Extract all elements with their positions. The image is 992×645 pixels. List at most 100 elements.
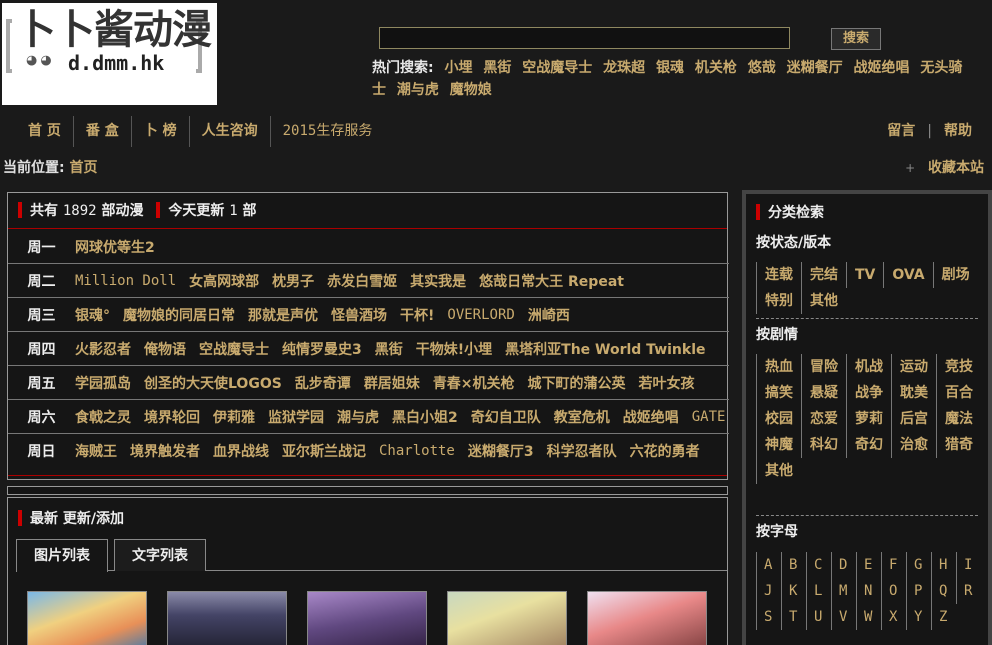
- category-tag[interactable]: 搞笑: [756, 380, 801, 406]
- anime-link[interactable]: 黑塔利亚The World Twinkle: [505, 339, 705, 359]
- anime-link[interactable]: 赤发白雪姬: [327, 271, 397, 291]
- category-tag[interactable]: G: [906, 552, 931, 578]
- anime-link[interactable]: 学园孤岛: [75, 373, 131, 393]
- anime-link[interactable]: 教室危机: [554, 407, 610, 427]
- hot-keyword[interactable]: 潮与虎: [397, 82, 439, 98]
- anime-link[interactable]: 纯情罗曼史3: [282, 339, 362, 359]
- category-tag[interactable]: 校园: [756, 406, 801, 432]
- hot-keyword[interactable]: 机关枪: [695, 60, 737, 76]
- nav-survival-service[interactable]: 2015生存服务: [269, 116, 385, 147]
- category-tag[interactable]: 科幻: [801, 432, 846, 458]
- category-tag[interactable]: H: [931, 552, 956, 578]
- anime-thumbnail[interactable]: [307, 591, 427, 645]
- anime-link[interactable]: 战姬绝唱: [623, 407, 679, 427]
- nav-ranking[interactable]: 卜 榜: [130, 116, 189, 147]
- category-tag[interactable]: 耽美: [891, 380, 936, 406]
- category-tag[interactable]: 奇幻: [846, 432, 891, 458]
- category-tag[interactable]: O: [881, 578, 906, 604]
- anime-link[interactable]: GATE: [692, 409, 726, 425]
- anime-link[interactable]: 其实我是: [410, 271, 466, 291]
- category-tag[interactable]: S: [756, 604, 781, 630]
- category-tag[interactable]: L: [806, 578, 831, 604]
- category-tag[interactable]: A: [756, 552, 781, 578]
- tab-text-list[interactable]: 文字列表: [114, 539, 206, 571]
- bookmark-site[interactable]: + 收藏本站: [905, 158, 984, 178]
- category-tag[interactable]: Z: [931, 604, 956, 630]
- anime-link[interactable]: 女高网球部: [189, 271, 259, 291]
- nav-box[interactable]: 番 盒: [72, 116, 131, 147]
- hot-keyword[interactable]: 战姬绝唱: [853, 60, 909, 76]
- search-input[interactable]: [379, 27, 790, 49]
- hot-keyword[interactable]: 悠哉: [748, 60, 776, 76]
- anime-link[interactable]: 境界触发者: [130, 441, 200, 461]
- anime-link[interactable]: 潮与虎: [337, 407, 379, 427]
- anime-link[interactable]: 银魂°: [75, 305, 110, 325]
- category-tag[interactable]: 连载: [756, 262, 801, 288]
- anime-link[interactable]: 青春×机关枪: [433, 373, 515, 393]
- category-tag[interactable]: 后宫: [891, 406, 936, 432]
- category-tag[interactable]: 猎奇: [936, 432, 981, 458]
- anime-link[interactable]: 境界轮回: [144, 407, 200, 427]
- category-tag[interactable]: V: [831, 604, 856, 630]
- category-tag[interactable]: 神魔: [756, 432, 801, 458]
- anime-link[interactable]: 那就是声优: [248, 305, 318, 325]
- category-tag[interactable]: Q: [931, 578, 956, 604]
- category-tag[interactable]: Y: [906, 604, 931, 630]
- category-tag[interactable]: 其他: [801, 288, 846, 314]
- anime-link[interactable]: 枕男子: [272, 271, 314, 291]
- anime-link[interactable]: 黑白小姐2: [392, 407, 458, 427]
- category-tag[interactable]: E: [856, 552, 881, 578]
- category-tag[interactable]: P: [906, 578, 931, 604]
- anime-link[interactable]: 监狱学园: [268, 407, 324, 427]
- hot-keyword[interactable]: 小埋: [444, 60, 472, 76]
- anime-link[interactable]: 若叶女孩: [639, 373, 695, 393]
- anime-link[interactable]: Charlotte: [379, 443, 455, 459]
- anime-link[interactable]: 六花的勇者: [630, 441, 700, 461]
- category-tag[interactable]: M: [831, 578, 856, 604]
- anime-link[interactable]: 亚尔斯兰战记: [282, 441, 366, 461]
- anime-link[interactable]: 奇幻自卫队: [471, 407, 541, 427]
- anime-link[interactable]: 血界战线: [213, 441, 269, 461]
- nav-advice[interactable]: 人生咨询: [188, 116, 270, 147]
- category-tag[interactable]: 机战: [846, 354, 891, 380]
- anime-link[interactable]: 怪兽酒场: [331, 305, 387, 325]
- anime-link[interactable]: 干物妹!小埋: [416, 339, 492, 359]
- tab-image-list[interactable]: 图片列表: [16, 539, 108, 572]
- category-tag[interactable]: 恋爱: [801, 406, 846, 432]
- category-tag[interactable]: 完结: [801, 262, 846, 288]
- category-tag[interactable]: X: [881, 604, 906, 630]
- anime-link[interactable]: 空战魔导士: [199, 339, 269, 359]
- anime-link[interactable]: 干杯!: [400, 305, 434, 325]
- category-tag[interactable]: 萝莉: [846, 406, 891, 432]
- breadcrumb-home[interactable]: 首页: [69, 160, 97, 176]
- category-tag[interactable]: 剧场: [932, 262, 978, 288]
- anime-link[interactable]: 城下町的蒲公英: [528, 373, 626, 393]
- category-tag[interactable]: 其他: [756, 458, 801, 484]
- category-tag[interactable]: T: [781, 604, 806, 630]
- category-tag[interactable]: F: [881, 552, 906, 578]
- anime-thumbnail[interactable]: [447, 591, 567, 645]
- category-tag[interactable]: U: [806, 604, 831, 630]
- anime-link[interactable]: OVERLORD: [447, 307, 514, 323]
- nav-home[interactable]: 首 页: [16, 116, 73, 147]
- site-logo[interactable]: 卜卜酱动漫 ◕◕ d.dmm.hk: [2, 3, 217, 105]
- hot-keyword[interactable]: 魔物娘: [450, 82, 492, 98]
- hot-keyword[interactable]: 银魂: [656, 60, 684, 76]
- anime-link[interactable]: 乱步奇谭: [295, 373, 351, 393]
- category-tag[interactable]: 悬疑: [801, 380, 846, 406]
- category-tag[interactable]: B: [781, 552, 806, 578]
- anime-link[interactable]: 俺物语: [144, 339, 186, 359]
- hot-keyword[interactable]: 龙珠超: [603, 60, 645, 76]
- category-tag[interactable]: 百合: [936, 380, 981, 406]
- anime-link[interactable]: 伊莉雅: [213, 407, 255, 427]
- anime-link[interactable]: 迷糊餐厅3: [468, 441, 534, 461]
- category-tag[interactable]: C: [806, 552, 831, 578]
- category-tag[interactable]: I: [956, 552, 981, 578]
- category-tag[interactable]: J: [756, 578, 781, 604]
- anime-link[interactable]: 创圣的大天使LOGOS: [144, 373, 282, 393]
- category-tag[interactable]: N: [856, 578, 881, 604]
- category-tag[interactable]: TV: [846, 262, 883, 288]
- category-tag[interactable]: K: [781, 578, 806, 604]
- category-tag[interactable]: 热血: [756, 354, 801, 380]
- anime-link[interactable]: 食戟之灵: [75, 407, 131, 427]
